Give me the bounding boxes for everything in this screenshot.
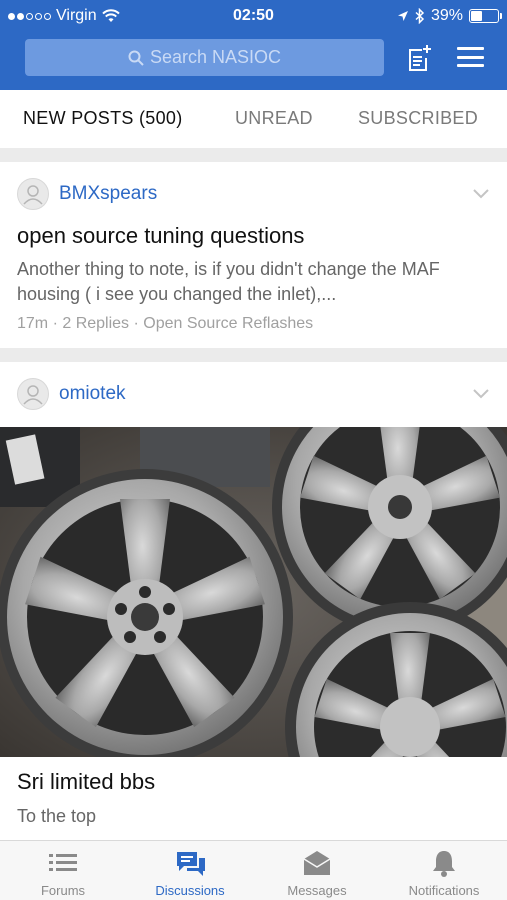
user-placeholder-icon <box>23 185 43 205</box>
tab-label: Discussions <box>155 883 225 898</box>
tab-unread[interactable]: UNREAD <box>235 108 313 129</box>
search-placeholder: Search NASIOC <box>149 47 282 67</box>
bell-icon <box>433 851 455 877</box>
hamburger-menu-icon[interactable] <box>457 47 484 67</box>
tab-forums[interactable]: Forums <box>0 841 126 900</box>
tab-label: Messages <box>287 883 347 898</box>
battery-icon <box>469 9 502 23</box>
post-author[interactable]: omiotek <box>59 383 126 405</box>
new-post-icon[interactable] <box>406 44 432 72</box>
post-card[interactable]: BMXspears open source tuning questions A… <box>0 162 507 348</box>
battery-percent: 39% <box>430 7 463 24</box>
chevron-down-icon[interactable] <box>473 189 489 199</box>
post-title[interactable]: open source tuning questions <box>17 223 304 249</box>
tab-subscribed[interactable]: SUBSCRIBED <box>358 108 478 129</box>
chat-bubbles-icon <box>177 852 205 876</box>
post-snippet: To the top <box>17 806 97 826</box>
status-bar: Virgin 02:50 39% <box>0 0 507 32</box>
post-snippet: Another thing to note, is if you didn't … <box>17 259 440 304</box>
post-author[interactable]: BMXspears <box>59 183 157 205</box>
tab-notifications[interactable]: Notifications <box>381 841 507 900</box>
location-arrow-icon <box>397 11 408 21</box>
avatar[interactable] <box>17 378 49 410</box>
tab-new-posts[interactable]: NEW POSTS (500) <box>23 108 183 129</box>
envelope-icon <box>303 851 331 875</box>
app-header: Virgin 02:50 39% Search NASIOC <box>0 0 507 90</box>
wheels-photo <box>0 427 507 757</box>
tab-label: Forums <box>40 883 86 898</box>
search-icon <box>128 50 144 66</box>
status-right: 39% <box>397 7 502 25</box>
bottom-tab-bar: Forums Discussions Messages Notification… <box>0 840 507 900</box>
discussion-tabs: NEW POSTS (500) UNREAD SUBSCRIBED <box>0 90 507 148</box>
post-meta: 17m · 2 Replies · Open Source Reflashes <box>17 315 314 332</box>
search-input[interactable]: Search NASIOC <box>25 39 384 76</box>
user-placeholder-icon <box>23 385 43 405</box>
avatar[interactable] <box>17 178 49 210</box>
tab-messages[interactable]: Messages <box>254 841 380 900</box>
post-title[interactable]: Sri limited bbs <box>17 769 155 795</box>
app-screen: Virgin 02:50 39% Search NASIOC NEW POSTS… <box>0 0 507 900</box>
list-icon <box>49 854 77 871</box>
tab-discussions[interactable]: Discussions <box>127 841 253 900</box>
tab-label: Notifications <box>408 883 480 898</box>
post-card[interactable]: omiotek Sri limited bbs To the top <box>0 362 507 840</box>
post-image[interactable] <box>0 427 507 757</box>
bluetooth-icon <box>415 8 425 24</box>
wheel-left <box>0 469 293 757</box>
chevron-down-icon[interactable] <box>473 389 489 399</box>
